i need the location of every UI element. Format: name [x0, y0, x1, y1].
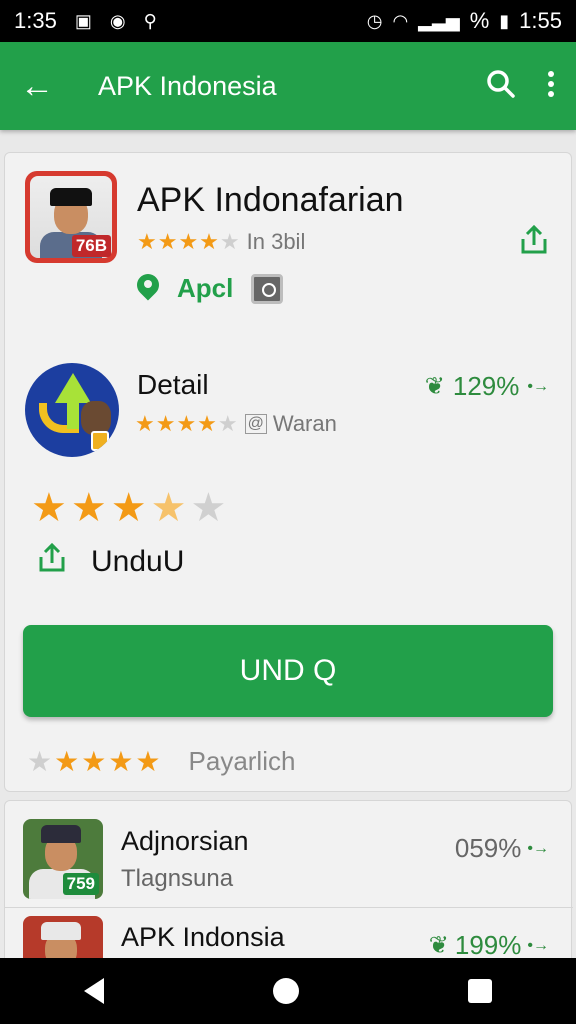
list-item[interactable]: 759 Adjnorsian Tlagnsuna 059% •→ — [5, 811, 573, 907]
detail-rating: ★★★★★ @ Waran — [135, 411, 337, 437]
review-stars: ★★★★★ — [27, 746, 163, 777]
more-vert-icon[interactable] — [546, 69, 556, 104]
leaf-icon: ❦ — [428, 932, 449, 959]
list-item-title: APK Indonsia — [121, 922, 285, 952]
wifi-icon: ◠ — [392, 10, 409, 31]
page-title: APK Indonesia — [98, 70, 277, 101]
nav-back-icon[interactable] — [84, 978, 105, 1004]
app-bar: ← APK Indonesia — [0, 42, 576, 130]
download-share-icon — [35, 541, 69, 583]
notification-icon: ▣ — [74, 10, 92, 31]
list-item-percent-suffix: % — [498, 930, 522, 960]
review-label: Payarlich — [188, 746, 296, 776]
usb-icon: ⚲ — [143, 10, 157, 31]
nav-recents-icon[interactable] — [467, 979, 492, 1003]
share-icon[interactable] — [517, 223, 551, 264]
status-time-right: 1:55 — [519, 8, 562, 33]
rating-stars: ★★★★★ — [137, 229, 241, 254]
leaf-icon: ❦ — [424, 373, 445, 400]
list-item-percent-suffix: % — [498, 833, 522, 863]
list-item-percent: 059% •→ — [455, 833, 549, 864]
alarm-icon: ◷ — [366, 10, 383, 31]
nav-home-icon[interactable] — [272, 978, 299, 1004]
list-item-title: Adjnorsian — [121, 825, 249, 856]
dots-icon: •→ — [527, 936, 549, 954]
download-label: UnduU — [91, 545, 185, 578]
app-title: APK Indonafarian — [137, 181, 404, 219]
detail-percent-suffix: % — [496, 371, 520, 401]
detail-rating-text: Waran — [272, 411, 337, 436]
list-item-percent-value: 199 — [454, 930, 499, 960]
user-rating-stars[interactable]: ★★★★★ — [31, 485, 230, 531]
detail-title: Detail — [137, 369, 209, 400]
camera-icon[interactable] — [251, 273, 284, 304]
detail-app-icon — [25, 363, 119, 457]
detail-percent-value: 129 — [452, 371, 497, 401]
sync-icon: ◉ — [109, 10, 126, 31]
detail-rating-stars: ★★★★★ — [135, 411, 239, 436]
battery-icon: ▮ — [499, 10, 510, 31]
signal-icon: ▂▃▅ — [418, 10, 460, 31]
dots-icon: •→ — [527, 839, 549, 857]
list-item-percent: ❦ 199% •→ — [429, 930, 549, 961]
detail-rating-icon: @ — [244, 414, 267, 434]
list-item-percent-value: 059 — [454, 833, 499, 863]
app-icon-badge: 76B — [71, 235, 111, 257]
app-detail-card: 76B APK Indonafarian ★★★★★ In 3bil Apcl … — [4, 152, 572, 792]
app-icon: 76B — [25, 171, 117, 263]
status-bar: 1:35 ▣ ◉ ⚲ ◷ ◠ ▂▃▅ % ▮ 1:55 — [0, 0, 576, 42]
search-icon[interactable] — [486, 69, 516, 104]
download-row[interactable]: UnduU — [35, 541, 184, 583]
location-pin-icon — [137, 274, 159, 304]
list-item-badge: 759 — [62, 873, 99, 895]
location-row[interactable]: Apcl — [137, 273, 284, 304]
location-label: Apcl — [177, 273, 234, 303]
related-apps-card: 759 Adjnorsian Tlagnsuna 059% •→ APK Ind… — [4, 800, 573, 996]
list-item-thumbnail: 759 — [23, 819, 103, 899]
arrow-left-icon[interactable]: ← — [20, 67, 64, 106]
signal-percent: % — [469, 8, 490, 33]
list-item-subtitle: Tlagnsuna — [121, 864, 234, 892]
app-rating: ★★★★★ In 3bil — [137, 229, 305, 255]
rating-text: In 3bil — [246, 229, 306, 254]
review-row[interactable]: ★★★★★ Payarlich — [27, 745, 295, 778]
navigation-bar — [0, 958, 576, 1024]
status-time-left: 1:35 — [14, 8, 57, 33]
install-button[interactable]: UND Q — [23, 625, 553, 717]
detail-percent: ❦ 129% •→ — [425, 371, 549, 402]
dots-icon: •→ — [527, 377, 549, 395]
